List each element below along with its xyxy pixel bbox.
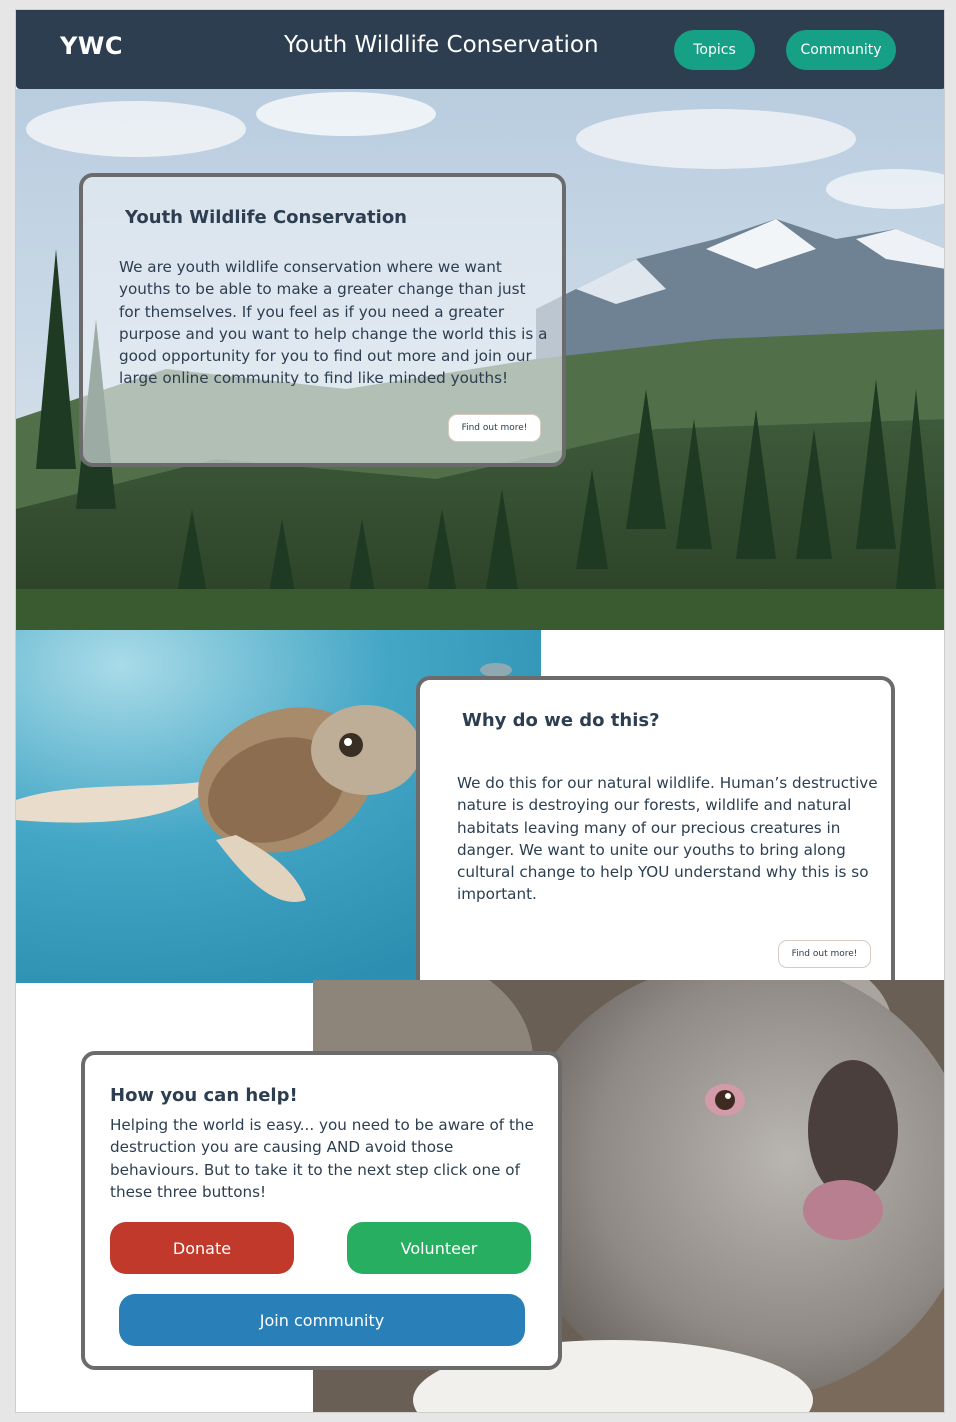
logo[interactable]: YWC — [60, 32, 123, 60]
nav-community-button[interactable]: Community — [786, 30, 896, 70]
volunteer-button[interactable]: Volunteer — [347, 1222, 531, 1274]
help-card: How you can help! Helping the world is e… — [81, 1051, 562, 1370]
site-header: YWC Youth Wildlife Conservation Topics C… — [16, 10, 944, 89]
hero-heading: Youth Wildlife Conservation — [125, 207, 407, 228]
join-community-button[interactable]: Join community — [119, 1294, 525, 1346]
why-find-out-more-button[interactable]: Find out more! — [778, 940, 871, 968]
help-heading: How you can help! — [110, 1085, 298, 1106]
page: YWC Youth Wildlife Conservation Topics C… — [15, 9, 945, 1413]
nav-topics-button[interactable]: Topics — [674, 30, 755, 70]
hero-landscape-image: Youth Wildlife Conservation We are youth… — [16, 89, 944, 630]
why-body-text: We do this for our natural wildlife. Hum… — [457, 774, 878, 904]
donate-button[interactable]: Donate — [110, 1222, 294, 1274]
why-heading: Why do we do this? — [462, 710, 660, 731]
hero-body-text: We are youth wildlife conservation where… — [119, 258, 548, 388]
site-title: Youth Wildlife Conservation — [284, 32, 599, 58]
hero-find-out-more-button[interactable]: Find out more! — [448, 414, 541, 442]
help-body-text: Helping the world is easy... you need to… — [110, 1116, 534, 1201]
hero-intro-card: Youth Wildlife Conservation We are youth… — [79, 173, 566, 467]
why-card: Why do we do this? We do this for our na… — [416, 676, 895, 994]
